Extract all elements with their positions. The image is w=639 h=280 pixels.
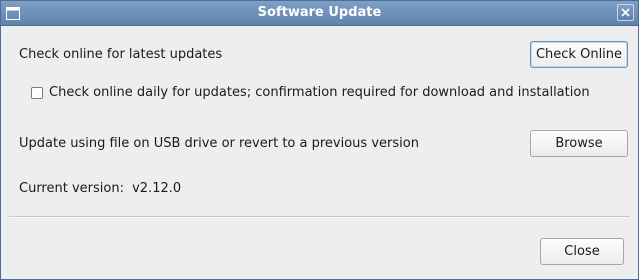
current-version-label: Current version: v2.12.0 <box>19 181 181 197</box>
title-bar[interactable]: Software Update <box>1 1 638 26</box>
separator <box>9 216 630 218</box>
window-title: Software Update <box>257 5 382 20</box>
usb-update-label: Update using file on USB drive or revert… <box>19 136 419 151</box>
current-version-value: v2.12.0 <box>132 181 182 196</box>
current-version-caption: Current version: <box>19 181 124 196</box>
close-icon[interactable] <box>617 4 634 21</box>
online-update-label: Check online for latest updates <box>19 47 223 62</box>
close-button[interactable]: Close <box>540 238 624 265</box>
check-online-button[interactable]: Check Online <box>530 41 628 68</box>
daily-check-checkbox[interactable] <box>31 87 43 99</box>
software-update-dialog: Software Update Check online for latest … <box>0 0 639 280</box>
daily-check-label[interactable]: Check online daily for updates; confirma… <box>49 85 590 101</box>
browse-button[interactable]: Browse <box>530 130 628 157</box>
